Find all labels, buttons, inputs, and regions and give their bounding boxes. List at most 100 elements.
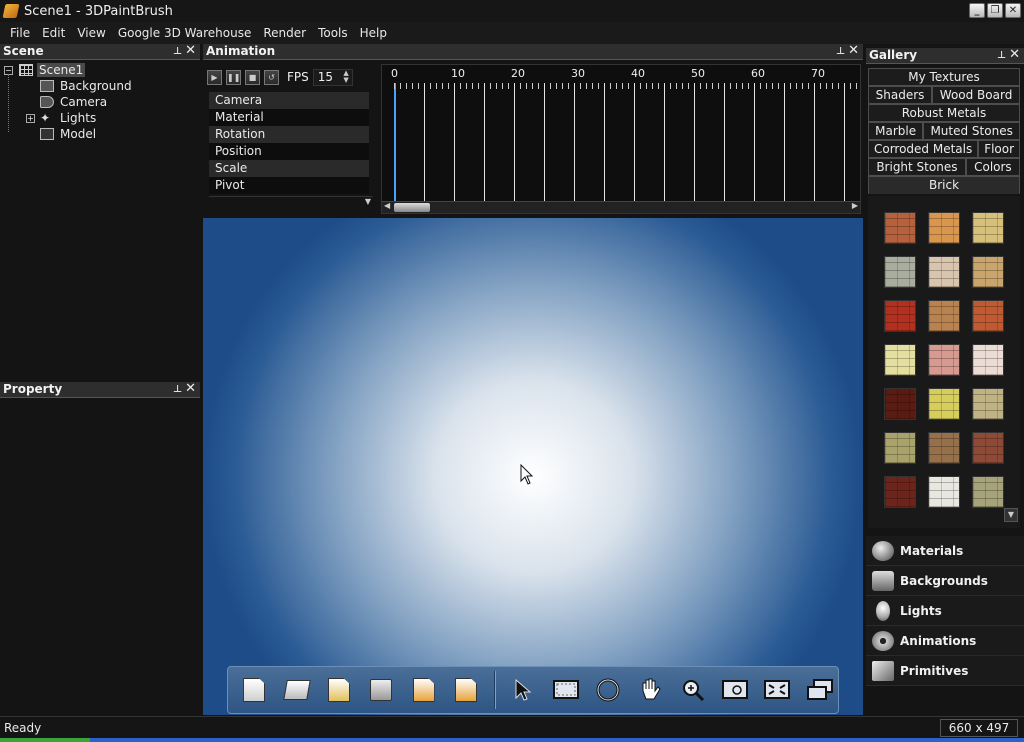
loop-icon[interactable]: ↺ — [264, 69, 279, 85]
category-backgrounds[interactable]: Backgrounds — [866, 566, 1024, 596]
texture-swatch[interactable] — [928, 432, 960, 464]
chevron-down-icon[interactable]: ▼ — [1004, 508, 1018, 522]
texture-swatch[interactable] — [884, 344, 916, 376]
save-icon[interactable] — [363, 672, 399, 708]
texture-swatch[interactable] — [928, 388, 960, 420]
menu-help[interactable]: Help — [354, 26, 393, 40]
texture-swatch[interactable] — [972, 344, 1004, 376]
pin-icon[interactable]: ⊥ — [997, 48, 1006, 63]
track-scale[interactable]: Scale — [209, 160, 369, 177]
zoom-icon[interactable] — [675, 672, 711, 708]
menu-file[interactable]: File — [4, 26, 36, 40]
tab-brick[interactable]: Brick — [868, 176, 1020, 194]
scroll-right-icon[interactable]: ▶ — [852, 201, 858, 210]
track-pivot[interactable]: Pivot — [209, 177, 369, 194]
track-list-scroll[interactable]: ▼ — [209, 196, 373, 210]
pan-icon[interactable] — [632, 672, 668, 708]
texture-swatch[interactable] — [972, 212, 1004, 244]
pin-icon[interactable]: ⊥ — [173, 44, 182, 59]
timeline-cursor[interactable] — [394, 83, 396, 201]
texture-swatch[interactable] — [928, 344, 960, 376]
texture-swatch[interactable] — [884, 212, 916, 244]
track-position[interactable]: Position — [209, 143, 369, 160]
pin-icon[interactable]: ⊥ — [836, 44, 845, 59]
menu-google-3d-warehouse[interactable]: Google 3D Warehouse — [112, 26, 258, 40]
toolbar-separator — [494, 671, 496, 709]
timeline-scrollbar[interactable]: ◀ ▶ — [382, 201, 860, 213]
fullscreen-icon[interactable] — [802, 672, 838, 708]
tab-colors[interactable]: Colors — [965, 158, 1020, 176]
minimize-button[interactable]: _ — [969, 3, 985, 18]
menu-tools[interactable]: Tools — [312, 26, 354, 40]
timeline[interactable]: ◀ ▶ 0 10 20 30 40 50 60 70 — [381, 64, 861, 214]
tab-wood-board[interactable]: Wood Board — [932, 86, 1020, 104]
texture-swatch[interactable] — [884, 388, 916, 420]
open-icon[interactable] — [278, 672, 314, 708]
track-camera[interactable]: Camera — [209, 92, 369, 109]
redo-icon[interactable] — [448, 672, 484, 708]
texture-swatch[interactable] — [972, 432, 1004, 464]
pin-icon[interactable]: ⊥ — [173, 382, 182, 397]
tree-item-camera[interactable]: Camera — [4, 94, 132, 110]
category-primitives[interactable]: Primitives — [866, 656, 1024, 686]
select-icon[interactable] — [505, 672, 541, 708]
tab-my-textures[interactable]: My Textures — [868, 68, 1020, 86]
rotate-icon[interactable] — [590, 672, 626, 708]
texture-swatch[interactable] — [928, 300, 960, 332]
close-icon[interactable]: ✕ — [848, 43, 859, 58]
texture-swatch[interactable] — [884, 300, 916, 332]
chevron-down-icon[interactable]: ▼ — [365, 197, 371, 206]
tree-item-lights[interactable]: + ✦ Lights — [4, 110, 132, 126]
tab-muted-stones[interactable]: Muted Stones — [923, 122, 1020, 140]
texture-swatch[interactable] — [972, 388, 1004, 420]
texture-swatch[interactable] — [884, 476, 916, 508]
tab-robust-metals[interactable]: Robust Metals — [868, 104, 1020, 122]
region-select-icon[interactable] — [547, 672, 583, 708]
import-icon[interactable] — [321, 672, 357, 708]
texture-swatch[interactable] — [928, 256, 960, 288]
undo-icon[interactable] — [405, 672, 441, 708]
play-icon[interactable]: ▶ — [207, 69, 222, 85]
scroll-left-icon[interactable]: ◀ — [384, 201, 390, 210]
tab-shaders[interactable]: Shaders — [868, 86, 933, 104]
menu-render[interactable]: Render — [257, 26, 312, 40]
tab-floor[interactable]: Floor — [978, 140, 1021, 158]
texture-swatch[interactable] — [928, 476, 960, 508]
close-icon[interactable]: ✕ — [185, 43, 196, 58]
tab-marble[interactable]: Marble — [868, 122, 924, 140]
tab-corroded-metals[interactable]: Corroded Metals — [868, 140, 979, 158]
category-lights[interactable]: Lights — [866, 596, 1024, 626]
stop-icon[interactable]: ■ — [245, 69, 260, 85]
new-icon[interactable] — [236, 672, 272, 708]
texture-swatch[interactable] — [972, 256, 1004, 288]
property-panel: Property ⊥ ✕ — [0, 380, 200, 716]
timeline-scroll-thumb[interactable] — [394, 203, 430, 212]
category-materials[interactable]: Materials — [866, 536, 1024, 566]
track-rotation[interactable]: Rotation — [209, 126, 369, 143]
fps-stepper[interactable]: 15 ▲ ▼ — [312, 68, 353, 86]
texture-swatch[interactable] — [972, 300, 1004, 332]
close-icon[interactable]: ✕ — [1009, 47, 1020, 62]
tree-item-background[interactable]: Background — [4, 78, 132, 94]
fit-icon[interactable] — [759, 672, 795, 708]
track-material[interactable]: Material — [209, 109, 369, 126]
expand-icon[interactable]: + — [26, 113, 35, 123]
timeline-tick — [436, 83, 437, 89]
texture-swatch[interactable] — [884, 256, 916, 288]
restore-button[interactable]: ❐ — [987, 3, 1003, 18]
tree-item-scene1[interactable]: − Scene1 — [4, 62, 132, 78]
category-animations[interactable]: Animations — [866, 626, 1024, 656]
spin-arrows-icon[interactable]: ▲ ▼ — [343, 69, 348, 84]
texture-swatch[interactable] — [928, 212, 960, 244]
texture-swatch[interactable] — [972, 476, 1004, 508]
menu-view[interactable]: View — [71, 26, 111, 40]
close-icon[interactable]: ✕ — [185, 381, 196, 396]
close-window-button[interactable]: ✕ — [1005, 3, 1021, 18]
pause-icon[interactable]: ❚❚ — [226, 69, 241, 85]
3d-viewport[interactable] — [203, 218, 863, 715]
tab-bright-stones[interactable]: Bright Stones — [868, 158, 966, 176]
texture-swatch[interactable] — [884, 432, 916, 464]
zoom-region-icon[interactable] — [717, 672, 753, 708]
tree-item-model[interactable]: Model — [4, 126, 132, 142]
menu-edit[interactable]: Edit — [36, 26, 71, 40]
